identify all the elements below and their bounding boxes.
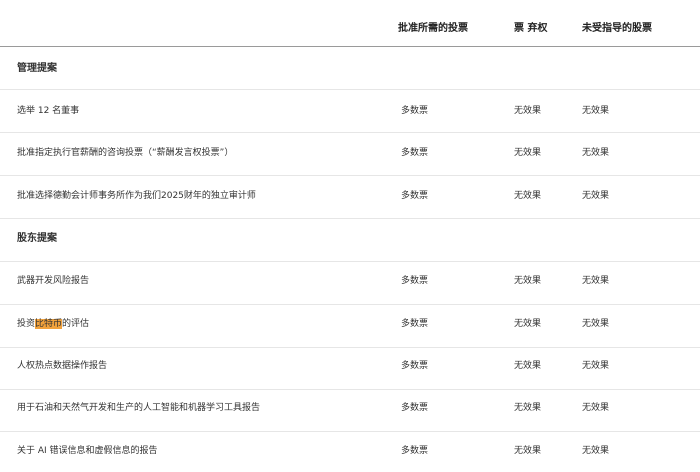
header-required-vote: 批准所需的投票 [398, 23, 468, 34]
proposal-text: 人权热点数据操作报告 [17, 361, 108, 371]
required-vote: 多数票 [401, 403, 429, 413]
broker-effect: 无效果 [582, 148, 610, 158]
abstain-effect: 无效果 [514, 276, 542, 286]
required-vote: 多数票 [401, 148, 429, 158]
required-vote: 多数票 [401, 106, 429, 116]
abstain-effect: 无效果 [514, 106, 542, 116]
table-row: 武器开发风险报告 多数票 无效果 无效果 [0, 262, 700, 305]
abstain-effect: 无效果 [514, 361, 542, 371]
required-vote: 多数票 [401, 276, 429, 286]
table-row: 选举 12 名董事 多数票 无效果 无效果 [0, 90, 700, 133]
section-shareholder: 股东提案 [0, 219, 700, 262]
abstain-effect: 无效果 [514, 148, 542, 158]
abstain-effect: 无效果 [514, 319, 542, 329]
section-management: 管理提案 [0, 47, 700, 90]
broker-effect: 无效果 [582, 106, 610, 116]
broker-effect: 无效果 [582, 319, 610, 329]
broker-effect: 无效果 [582, 191, 610, 201]
table-row: 关于 AI 错误信息和虚假信息的报告 多数票 无效果 无效果 [0, 431, 700, 472]
broker-effect: 无效果 [582, 446, 610, 456]
proposal-text-pre: 投资 [17, 319, 36, 329]
header-broker-nonvote: 未受指导的股票 [582, 23, 652, 34]
section-title: 股东提案 [17, 233, 57, 244]
broker-effect: 无效果 [582, 361, 610, 371]
required-vote: 多数票 [401, 361, 429, 371]
table-row: 批准选择德勤会计师事务所作为我们2025财年的独立审计师 多数票 无效果 无效果 [0, 176, 700, 219]
proposal-text: 选举 12 名董事 [17, 106, 80, 116]
proposal-text: 用于石油和天然气开发和生产的人工智能和机器学习工具报告 [17, 403, 261, 413]
proposal-text: 关于 AI 错误信息和虚假信息的报告 [17, 446, 158, 456]
header-abstain: 票 弃权 [514, 23, 548, 34]
proposal-text: 批准指定执行官薪酬的咨询投票（“薪酬发言权投票”） [17, 148, 234, 158]
table-row: 投资比特币的评估 多数票 无效果 无效果 [0, 305, 700, 348]
table-row: 批准指定执行官薪酬的咨询投票（“薪酬发言权投票”） 多数票 无效果 无效果 [0, 133, 700, 176]
table-header: 批准所需的投票 票 弃权 未受指导的股票 [0, 0, 700, 47]
proposal-text: 批准选择德勤会计师事务所作为我们2025财年的独立审计师 [17, 191, 256, 201]
required-vote: 多数票 [401, 446, 429, 456]
proposal-text: 武器开发风险报告 [17, 276, 90, 286]
proposal-text: 投资比特币的评估 [17, 318, 89, 330]
broker-effect: 无效果 [582, 403, 610, 413]
abstain-effect: 无效果 [514, 403, 542, 413]
abstain-effect: 无效果 [514, 446, 542, 456]
proposal-text-post: 的评估 [62, 319, 90, 329]
required-vote: 多数票 [401, 319, 429, 329]
table-row: 用于石油和天然气开发和生产的人工智能和机器学习工具报告 多数票 无效果 无效果 [0, 389, 700, 432]
search-highlight: 比特币 [35, 319, 63, 329]
abstain-effect: 无效果 [514, 191, 542, 201]
section-title: 管理提案 [17, 63, 57, 74]
required-vote: 多数票 [401, 191, 429, 201]
broker-effect: 无效果 [582, 276, 610, 286]
table-row: 人权热点数据操作报告 多数票 无效果 无效果 [0, 347, 700, 390]
